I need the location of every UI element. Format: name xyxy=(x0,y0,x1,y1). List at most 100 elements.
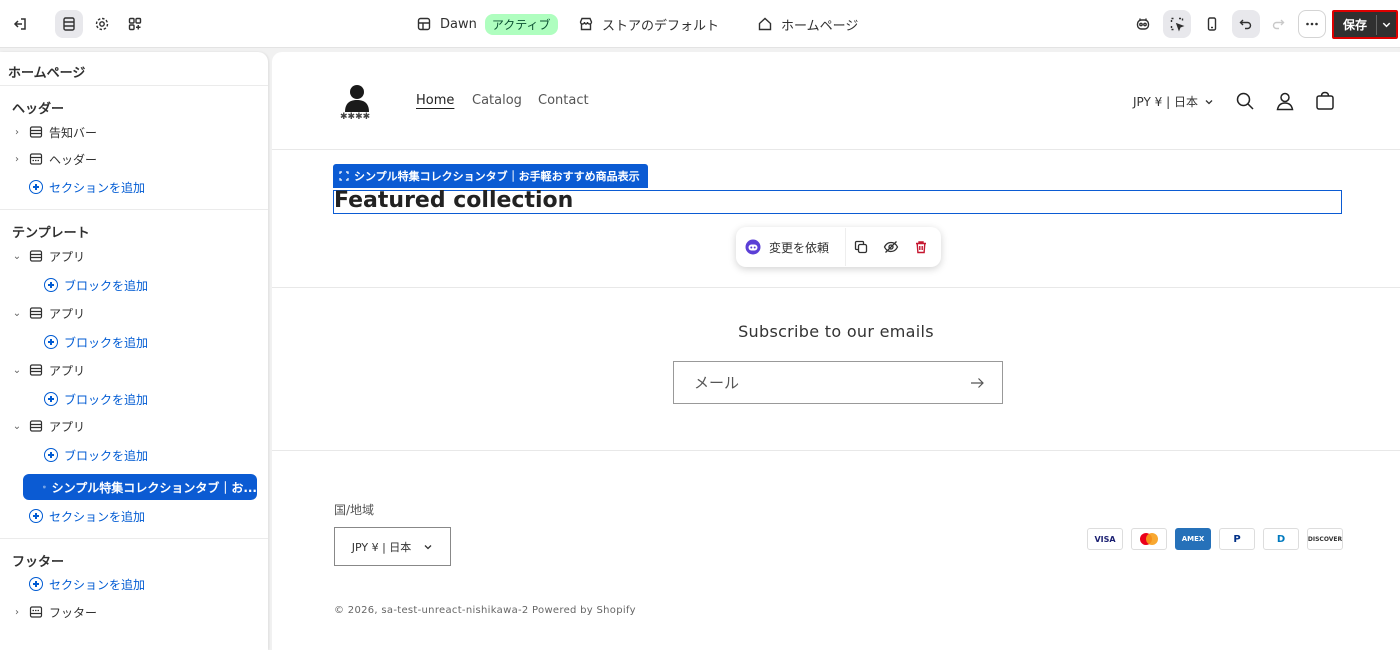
sidebar-item-label: アプリ xyxy=(49,363,86,378)
preview-canvas: ✱✱✱✱ Home Catalog Contact JPY ¥ | 日本 シンプ… xyxy=(272,52,1400,650)
newsletter-title: Subscribe to our emails xyxy=(738,322,934,341)
page-selector[interactable]: ホームページ xyxy=(757,12,858,36)
chevron-down-icon xyxy=(424,544,432,549)
sidebar-item-header[interactable]: › ヘッダー xyxy=(0,147,268,171)
add-block-button[interactable]: ブロックを追加 xyxy=(44,331,148,353)
layout-icon xyxy=(417,17,431,31)
sidebar-item-label: アプリ xyxy=(49,419,86,434)
section-icon xyxy=(29,250,43,262)
paypal-icon: P xyxy=(1219,528,1255,550)
chevron-down-icon xyxy=(1205,99,1213,104)
collection-section-icon xyxy=(43,485,46,489)
section-divider xyxy=(272,287,1400,288)
group-template-title: テンプレート xyxy=(12,226,90,241)
divider xyxy=(0,209,268,210)
email-placeholder: メール xyxy=(694,374,740,392)
section-icon xyxy=(29,307,43,319)
exit-icon[interactable] xyxy=(6,10,34,38)
nav-link-home[interactable]: Home xyxy=(416,93,454,108)
sidebar-item-footer[interactable]: › フッター xyxy=(0,600,268,624)
currency-label: JPY ¥ | 日本 xyxy=(1133,95,1198,109)
header-divider xyxy=(272,149,1400,150)
currency-selector[interactable]: JPY ¥ | 日本 xyxy=(1133,93,1214,110)
add-section-button[interactable]: セクションを追加 xyxy=(29,505,145,527)
payment-label: VISA xyxy=(1094,534,1116,544)
region-value: JPY ¥ | 日本 xyxy=(351,540,412,554)
visa-icon: VISA xyxy=(1087,528,1123,550)
ai-assistant-icon[interactable] xyxy=(1129,10,1157,38)
region-label: 国/地域 xyxy=(334,503,375,517)
cart-icon[interactable] xyxy=(1315,91,1335,111)
email-field[interactable]: メール xyxy=(673,361,1003,404)
arrow-right-icon[interactable] xyxy=(970,377,984,389)
sidebar-item-label: アプリ xyxy=(49,249,86,264)
payment-label: P xyxy=(1233,533,1241,545)
add-block-button[interactable]: ブロックを追加 xyxy=(44,274,148,296)
apps-icon[interactable] xyxy=(121,10,149,38)
store-icon xyxy=(579,17,593,31)
add-block-button[interactable]: ブロックを追加 xyxy=(44,388,148,410)
delete-icon[interactable] xyxy=(906,240,936,254)
payment-label: D xyxy=(1276,533,1286,545)
inspector-icon[interactable] xyxy=(1163,10,1191,38)
nav-link-contact[interactable]: Contact xyxy=(538,93,589,108)
section-icon xyxy=(29,126,43,138)
sidebar: ホームページ ヘッダー › 告知バー › ヘッダー セクションを追加 テンプレー… xyxy=(0,52,268,650)
diners-icon: D xyxy=(1263,528,1299,550)
save-label: 保存 xyxy=(1342,18,1367,32)
account-icon[interactable] xyxy=(1275,91,1295,111)
sidebar-item-announcement-bar[interactable]: › 告知バー xyxy=(0,120,268,144)
sidebar-item-app[interactable]: ⌄ アプリ xyxy=(0,244,268,268)
chevron-down-icon[interactable]: ⌄ xyxy=(12,365,22,376)
plus-circle-icon xyxy=(29,509,43,523)
mobile-icon[interactable] xyxy=(1198,10,1226,38)
more-options-icon[interactable] xyxy=(1298,10,1326,38)
add-block-label: ブロックを追加 xyxy=(64,335,149,350)
amex-icon: AMEX xyxy=(1175,528,1211,550)
theme-selector[interactable]: Dawn アクティブ xyxy=(416,12,558,36)
store-default-selector[interactable]: ストアのデフォルト xyxy=(578,12,719,36)
chevron-right-icon[interactable]: › xyxy=(12,154,22,165)
redo-icon[interactable] xyxy=(1264,10,1292,38)
store-logo[interactable]: ✱✱✱✱ xyxy=(338,82,376,120)
store-default-label: ストアのデフォルト xyxy=(602,18,720,34)
region-selector[interactable]: JPY ¥ | 日本 xyxy=(334,527,451,566)
add-block-button[interactable]: ブロックを追加 xyxy=(44,444,148,466)
sidebar-item-app[interactable]: ⌄ アプリ xyxy=(0,414,268,438)
nav-link-catalog[interactable]: Catalog xyxy=(472,93,522,108)
sidebar-item-app[interactable]: ⌄ アプリ xyxy=(0,358,268,382)
chevron-down-icon[interactable]: ⌄ xyxy=(12,308,22,319)
plus-circle-icon xyxy=(44,278,58,292)
save-button[interactable]: 保存 xyxy=(1332,10,1398,39)
chevron-right-icon[interactable]: › xyxy=(12,607,22,618)
sidebar-item-app[interactable]: ⌄ アプリ xyxy=(0,301,268,325)
request-change-button[interactable]: 変更を依頼 xyxy=(736,228,846,266)
page-label: ホームページ xyxy=(781,18,859,34)
chevron-down-icon[interactable]: ⌄ xyxy=(12,251,22,262)
copyright: © 2026, sa-test-unreact-nishikawa-2 Powe… xyxy=(334,605,636,616)
section-selection-tag[interactable]: シンプル特集コレクションタブ｜お手軽おすすめ商品表示 xyxy=(333,164,648,188)
footer-section-icon xyxy=(29,606,43,618)
featured-collection-title[interactable]: Featured collection xyxy=(334,188,573,213)
duplicate-icon[interactable] xyxy=(846,240,876,254)
chevron-down-icon[interactable]: ⌄ xyxy=(12,421,22,432)
chevron-right-icon[interactable]: › xyxy=(12,127,22,138)
sidebar-item-selected-section[interactable]: シンプル特集コレクションタブ｜お... xyxy=(23,474,257,500)
home-icon xyxy=(758,17,772,31)
divider xyxy=(0,538,268,539)
gear-icon[interactable] xyxy=(88,10,116,38)
add-section-button[interactable]: セクションを追加 xyxy=(29,176,145,198)
sidebar-item-label: シンプル特集コレクションタブ｜お... xyxy=(51,480,257,495)
search-icon[interactable] xyxy=(1235,91,1255,111)
hide-icon[interactable] xyxy=(876,240,906,254)
sections-icon[interactable] xyxy=(55,10,83,38)
add-section-button[interactable]: セクションを追加 xyxy=(29,573,145,595)
undo-icon[interactable] xyxy=(1232,10,1260,38)
svg-text:✱✱✱✱: ✱✱✱✱ xyxy=(340,112,370,120)
chevron-down-icon[interactable] xyxy=(1377,19,1396,30)
add-section-label: セクションを追加 xyxy=(49,577,146,592)
sidebar-item-label: フッター xyxy=(49,605,98,620)
payment-label: AMEX xyxy=(1181,535,1205,543)
header-section-icon xyxy=(29,153,43,165)
plus-circle-icon xyxy=(29,577,43,591)
